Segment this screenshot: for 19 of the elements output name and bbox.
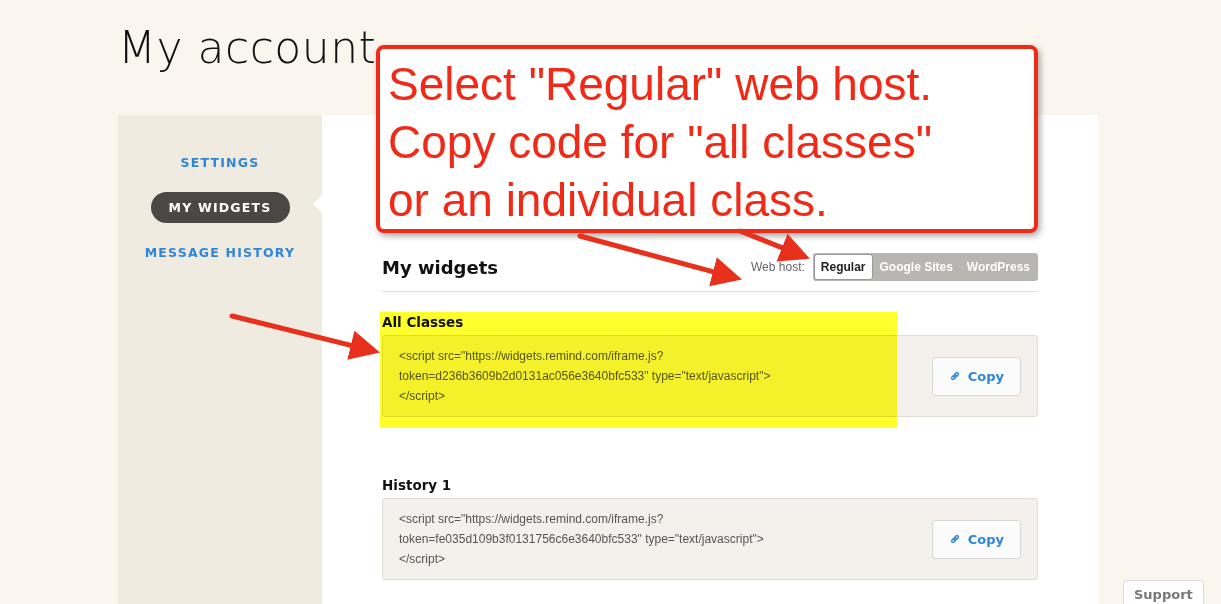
web-host-label: Web host: — [751, 260, 805, 274]
link-icon — [948, 370, 961, 382]
widget-title: All Classes — [382, 314, 465, 330]
annotation-callout: Select "Regular" web host. Copy code for "all classes" or an individual class. — [376, 45, 1038, 233]
section-title: My widgets — [382, 256, 499, 278]
page-title: My account — [118, 22, 377, 73]
web-host-option[interactable]: WordPress — [959, 254, 1037, 280]
web-host-option[interactable]: Regular — [813, 254, 873, 280]
sidebar-item[interactable]: MESSAGE HISTORY — [126, 237, 314, 268]
web-host-option[interactable]: Google Sites — [872, 254, 960, 280]
embed-code: <script src="https://widgets.remind.com/iframe.js? token=d236b3609b2d0131ac056e3640bfc533" type="text/javascript"> </script> — [399, 348, 771, 405]
link-icon — [948, 533, 961, 545]
sidebar-item[interactable]: MY WIDGETS — [150, 192, 290, 223]
embed-code: <script src="https://widgets.remind.com/iframe.js? token=fe035d109b3f0131756c6e3640bfc533" type="text/javascript"> </script> — [399, 511, 764, 568]
copy-button[interactable]: Copy — [931, 356, 1021, 396]
sidebar-item[interactable]: SETTINGS — [162, 147, 278, 178]
support-button[interactable]: Support — [1123, 580, 1204, 604]
copy-button[interactable]: Copy — [931, 519, 1021, 559]
widget-title: History 1 — [382, 477, 453, 493]
